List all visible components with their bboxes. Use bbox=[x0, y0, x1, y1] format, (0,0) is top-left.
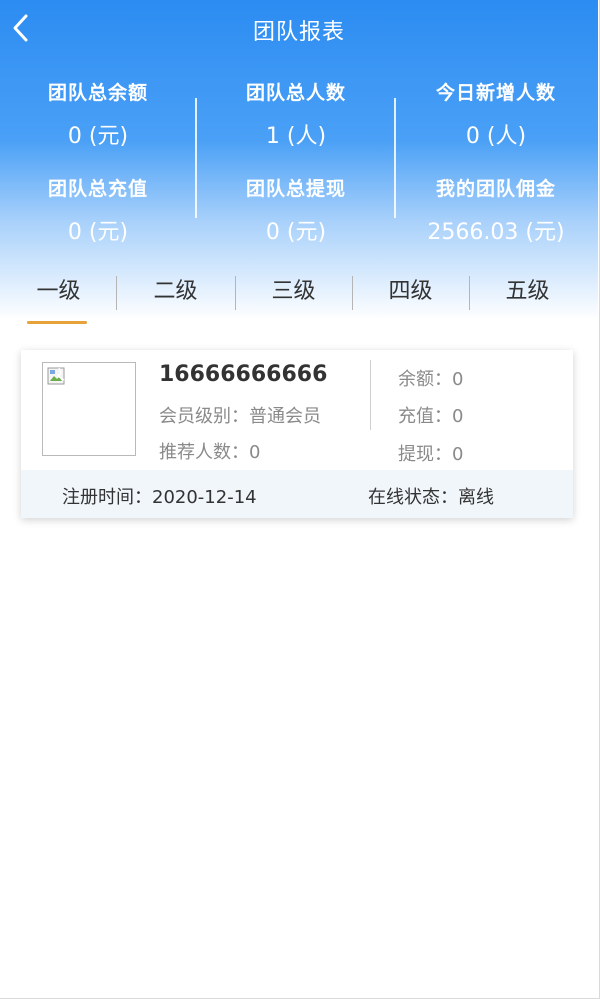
stat-value-new-today: 0 (人) bbox=[465, 124, 527, 149]
register-time: 注册时间：2020-12-14 bbox=[62, 487, 257, 508]
tab-level-3[interactable]: 三级 bbox=[235, 266, 352, 324]
member-phone: 16666666666 bbox=[159, 362, 328, 387]
stat-label-team-members: 团队总人数 bbox=[245, 82, 346, 104]
stat-label-team-withdraw: 团队总提现 bbox=[245, 178, 346, 200]
broken-image-icon bbox=[47, 367, 65, 385]
stat-value-team-commission: 2566.03 (元) bbox=[427, 220, 565, 245]
stat-label-team-recharge: 团队总充值 bbox=[47, 178, 148, 200]
stat-label-team-balance: 团队总余额 bbox=[47, 82, 148, 104]
member-withdraw: 提现：0 bbox=[398, 444, 464, 465]
card-footer: 注册时间：2020-12-14 在线状态：离线 bbox=[21, 470, 573, 518]
stat-value-team-withdraw: 0 (元) bbox=[265, 220, 327, 245]
tab-level-4[interactable]: 四级 bbox=[352, 266, 469, 324]
stat-value-team-balance: 0 (元) bbox=[67, 124, 129, 149]
team-stats: 团队总余额 0 (元) 团队总充值 0 (元) 团队总人数 1 (人) 团队总提… bbox=[0, 70, 598, 250]
member-referrals: 推荐人数：0 bbox=[159, 442, 261, 463]
tab-level-5[interactable]: 五级 bbox=[469, 266, 586, 324]
stat-column-2: 团队总人数 1 (人) 团队总提现 0 (元) bbox=[198, 70, 394, 250]
card-divider bbox=[370, 360, 371, 430]
stat-divider bbox=[394, 98, 396, 218]
tab-level-2[interactable]: 二级 bbox=[117, 266, 234, 324]
member-level: 会员级别：普通会员 bbox=[159, 406, 321, 427]
active-tab-indicator bbox=[27, 321, 87, 324]
stat-divider bbox=[195, 98, 197, 218]
stat-label-new-today: 今日新增人数 bbox=[435, 82, 556, 104]
page-title: 团队报表 bbox=[252, 20, 345, 45]
stat-column-1: 团队总余额 0 (元) 团队总充值 0 (元) bbox=[0, 70, 196, 250]
team-report-page: 团队报表 团队总余额 0 (元) 团队总充值 0 (元) 团队总人数 1 (人)… bbox=[0, 0, 600, 999]
member-balance: 余额：0 bbox=[398, 369, 464, 390]
stat-value-team-members: 1 (人) bbox=[265, 124, 327, 149]
stat-label-team-commission: 我的团队佣金 bbox=[435, 178, 556, 200]
online-status: 在线状态：离线 bbox=[368, 487, 494, 508]
tab-level-1[interactable]: 一级 bbox=[0, 266, 117, 324]
stat-value-team-recharge: 0 (元) bbox=[67, 220, 129, 245]
member-recharge: 充值：0 bbox=[398, 406, 464, 427]
level-tabs: 一级 二级 三级 四级 五级 bbox=[0, 266, 598, 326]
nav-bar: 团队报表 bbox=[0, 0, 598, 58]
avatar bbox=[42, 362, 136, 456]
stat-column-3: 今日新增人数 0 (人) 我的团队佣金 2566.03 (元) bbox=[398, 70, 594, 250]
member-card[interactable]: 16666666666 会员级别：普通会员 推荐人数：0 余额：0 充值：0 提… bbox=[21, 350, 573, 518]
